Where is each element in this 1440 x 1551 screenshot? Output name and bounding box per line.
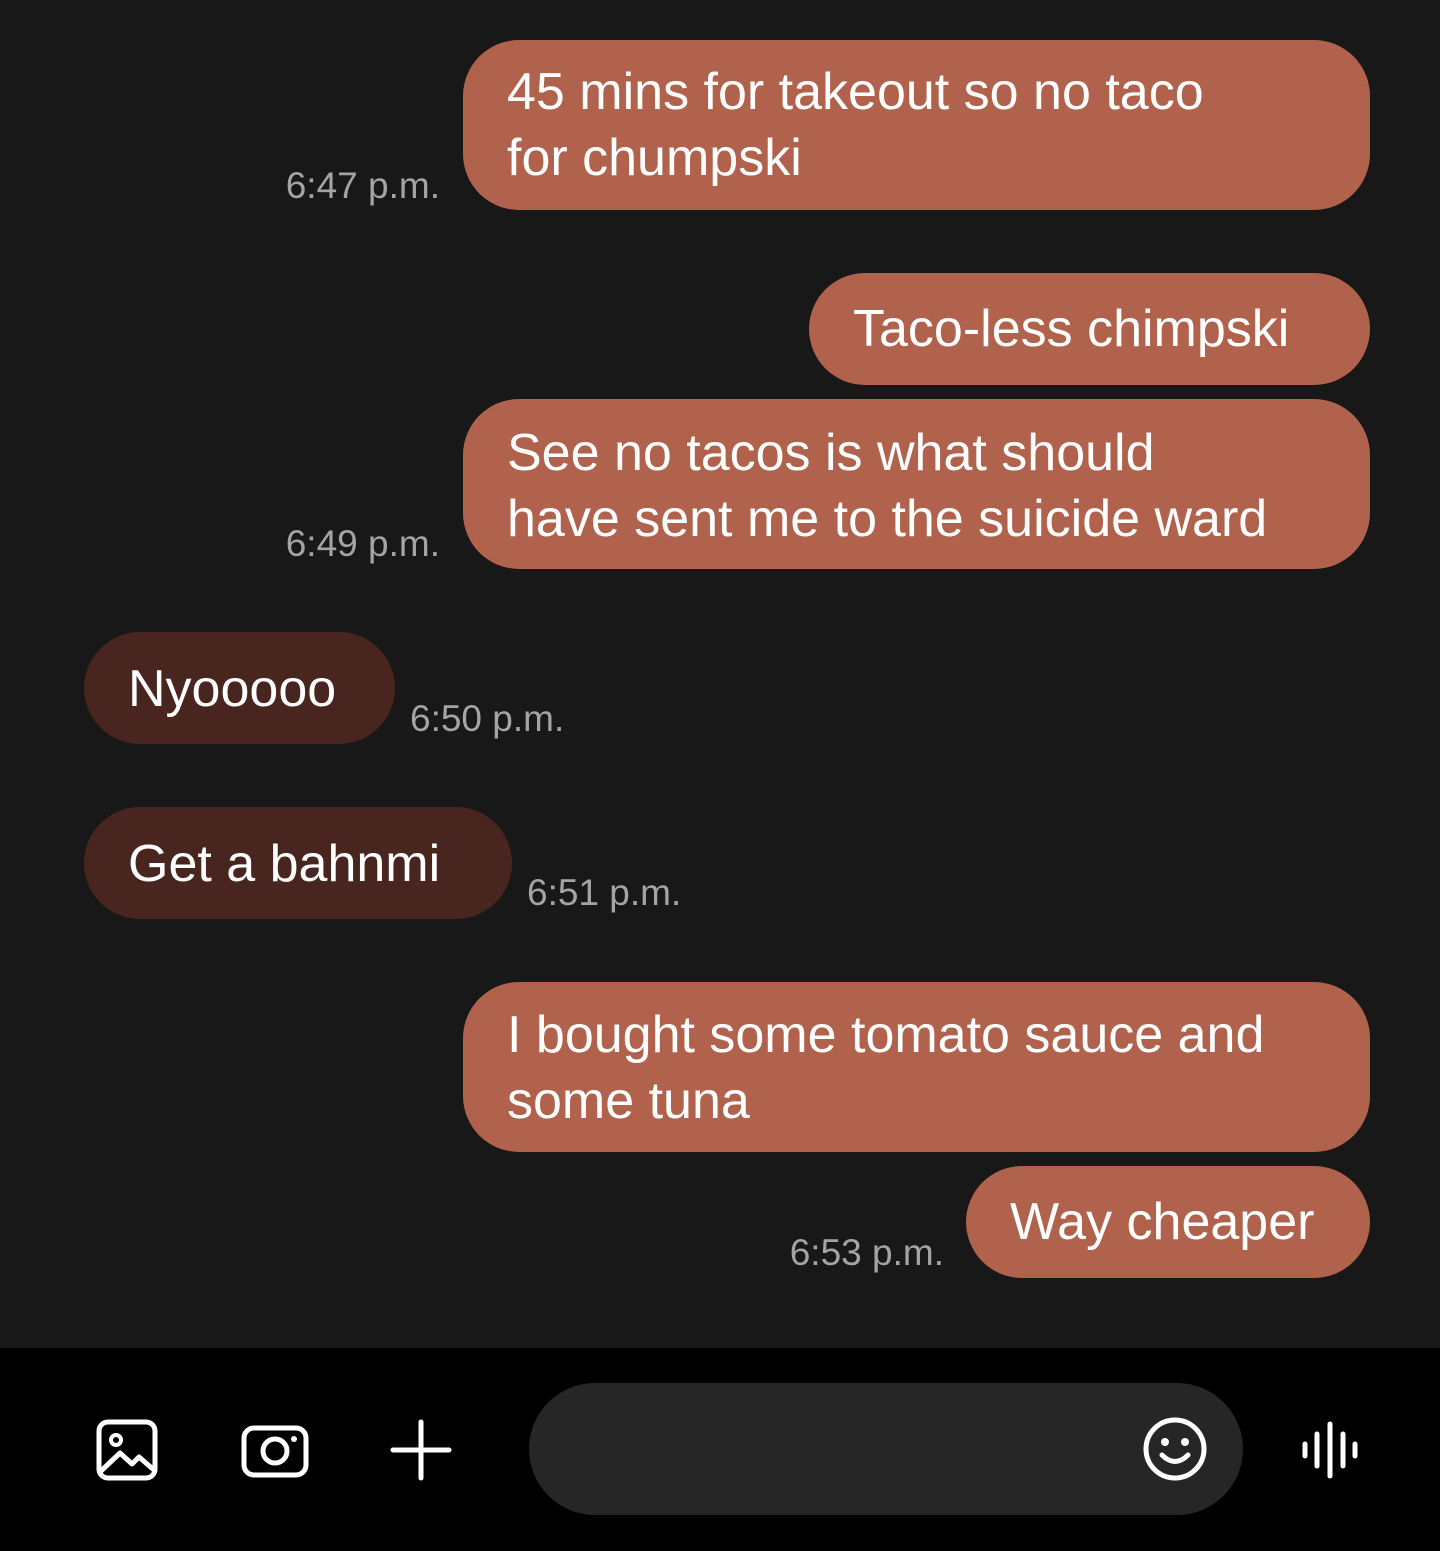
message-timestamp: 6:49 p.m.	[285, 523, 440, 564]
sent-message-bubble[interactable]: Taco-less chimpski	[809, 273, 1370, 385]
message-line: for chumpski	[507, 129, 802, 187]
message-line: Get a bahnmi	[128, 835, 441, 893]
message-line: some tuna	[507, 1072, 750, 1130]
message-timestamp: 6:51 p.m.	[527, 872, 682, 913]
message-line: See no tacos is what should	[507, 424, 1155, 482]
emoji-smile-icon	[1143, 1417, 1207, 1481]
message-timestamp: 6:53 p.m.	[789, 1232, 944, 1273]
voice-waveform-icon	[1302, 1421, 1358, 1479]
sent-message-bubble[interactable]: Way cheaper	[966, 1166, 1370, 1278]
message-line: Nyooooo	[128, 660, 337, 718]
sent-message-bubble[interactable]: See no tacos is what should have sent me…	[463, 399, 1370, 569]
message-line: 45 mins for takeout so no taco	[507, 63, 1204, 121]
plus-icon	[390, 1419, 452, 1481]
attach-button[interactable]	[381, 1410, 461, 1490]
camera-icon	[241, 1425, 309, 1478]
message-line: I bought some tomato sauce and	[507, 1006, 1265, 1064]
message-input[interactable]	[579, 1383, 1123, 1517]
message-timestamp: 6:50 p.m.	[410, 698, 565, 739]
sent-message-bubble[interactable]: 45 mins for takeout so no taco for chump…	[463, 40, 1370, 210]
message-input-container[interactable]	[529, 1383, 1243, 1517]
conversation-screen: 6:47 p.m. 45 mins for takeout so no taco…	[0, 0, 1440, 1551]
received-message-bubble[interactable]: Get a bahnmi	[84, 807, 512, 919]
message-line: have sent me to the suicide ward	[507, 490, 1268, 548]
voice-record-button[interactable]	[1290, 1410, 1370, 1490]
message-line: Way cheaper	[1010, 1193, 1315, 1251]
camera-button[interactable]	[235, 1410, 315, 1490]
composer-bar	[0, 1348, 1440, 1551]
gallery-button[interactable]	[87, 1410, 167, 1490]
received-message-bubble[interactable]: Nyooooo	[84, 632, 395, 744]
message-timestamp: 6:47 p.m.	[285, 165, 440, 206]
image-gallery-icon	[96, 1419, 158, 1481]
message-line: Taco-less chimpski	[853, 300, 1290, 358]
sent-message-bubble[interactable]: I bought some tomato sauce and some tuna	[463, 982, 1370, 1152]
emoji-button[interactable]	[1135, 1409, 1215, 1489]
